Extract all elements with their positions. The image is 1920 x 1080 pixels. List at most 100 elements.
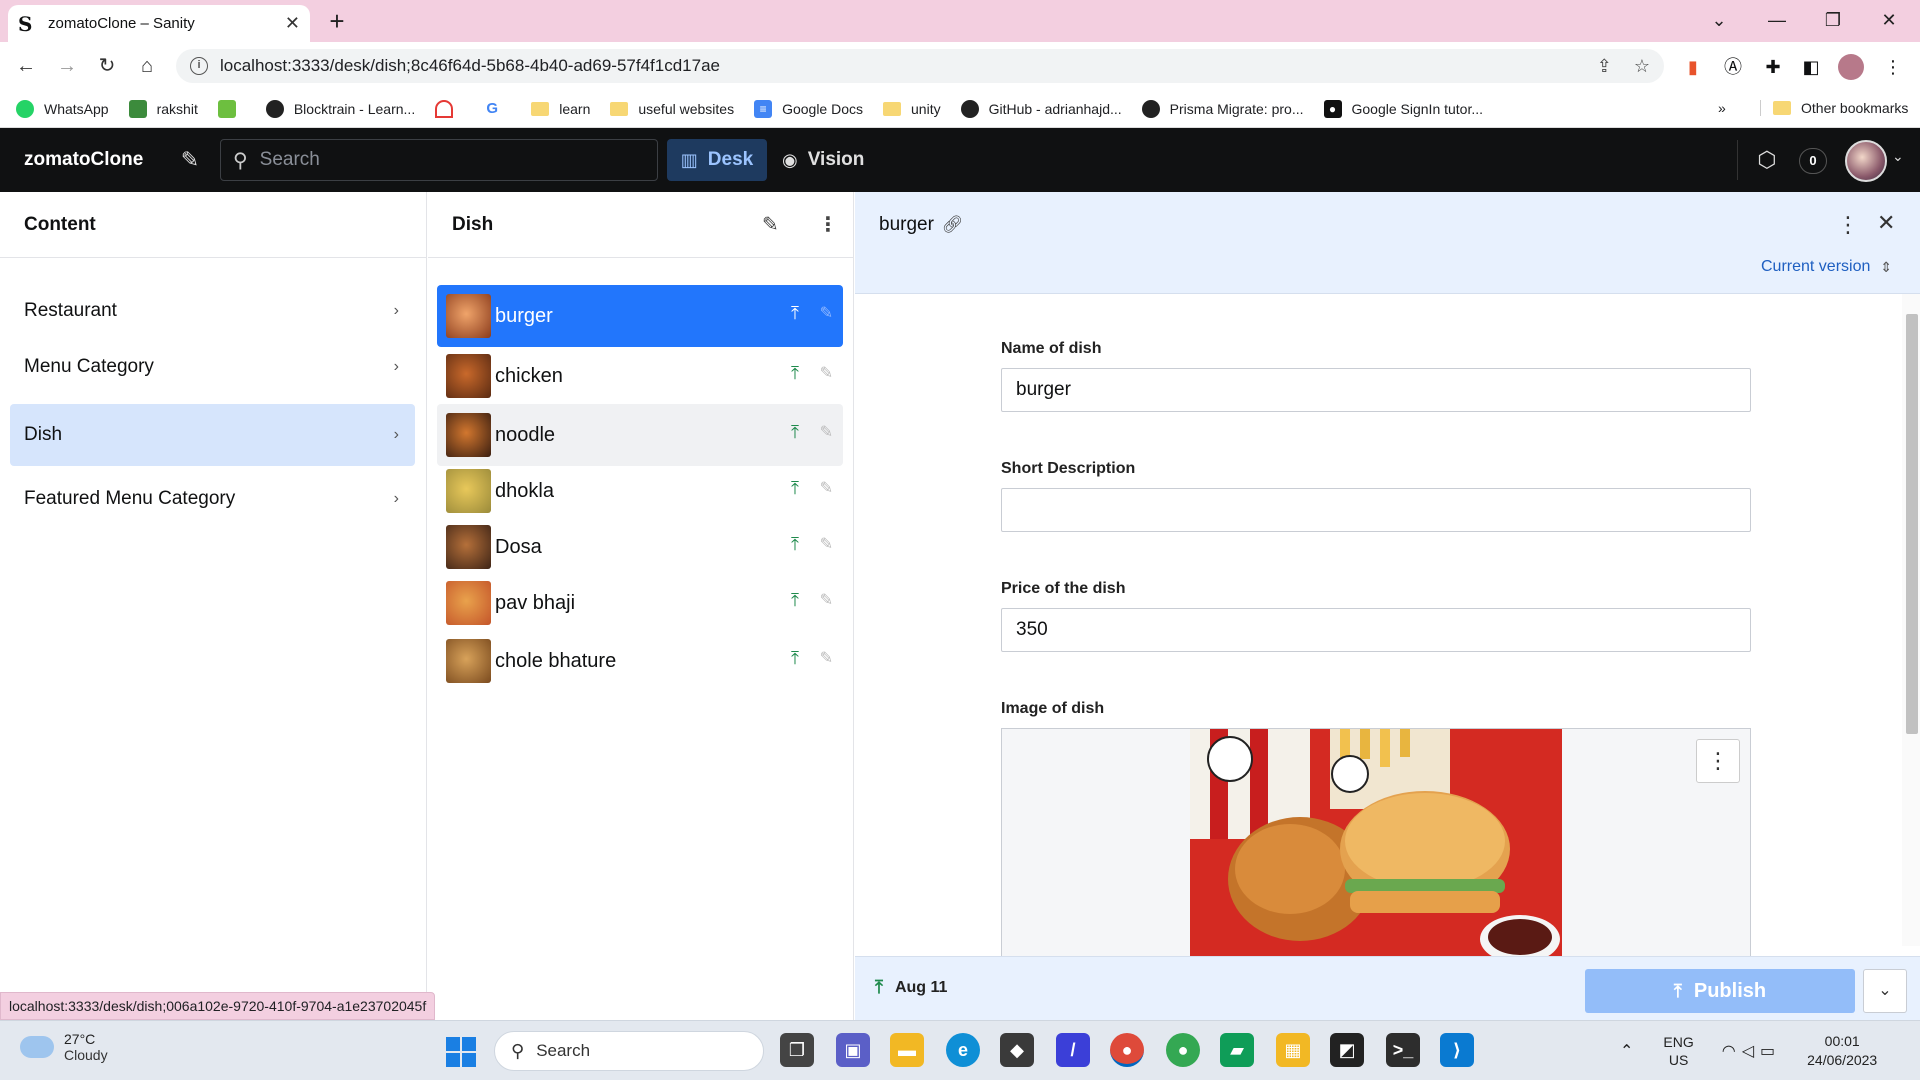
chrome-icon[interactable]: ● (1110, 1033, 1144, 1067)
other-bookmarks-folder[interactable]: Other bookmarks (1760, 100, 1908, 116)
notification-badge[interactable]: 0 (1799, 148, 1827, 174)
bookmark-github-adrianhajd[interactable]: GitHub - adrianhajd... (960, 99, 1122, 118)
forward-arrow-icon[interactable]: → (51, 50, 83, 82)
file-explorer-icon[interactable]: ▬ (890, 1033, 924, 1067)
dish-row-burger[interactable]: burger ⤒ ✎ (437, 285, 843, 347)
bookmark-google-signin[interactable]: ● Google SignIn tutor... (1323, 99, 1483, 118)
chevron-up-icon[interactable]: ⌃ (1620, 1041, 1633, 1061)
folder-app-icon[interactable]: ▦ (1276, 1033, 1310, 1067)
browser-tab[interactable]: S zomatoClone – Sanity ✕ (8, 5, 310, 42)
edge-icon[interactable]: e (946, 1033, 980, 1067)
cube-icon[interactable]: ⬡ (1752, 146, 1782, 176)
bookmark-folder-useful-websites[interactable]: useful websites (610, 101, 734, 117)
share-icon[interactable]: ⇪ (1597, 56, 1612, 77)
pane-menu-icon[interactable]: ⋮ (818, 212, 838, 237)
extension-translate-icon[interactable]: Ⓐ (1720, 54, 1746, 80)
bookmarks-overflow-button[interactable]: » (1718, 100, 1726, 116)
content-item-dish[interactable]: Dish › (10, 404, 415, 466)
minimize-button[interactable]: — (1752, 0, 1802, 42)
bookmark-folder-unity[interactable]: unity (883, 101, 941, 117)
bookmark-gauge[interactable] (435, 99, 463, 118)
scrollbar-thumb[interactable] (1906, 314, 1918, 734)
unity-icon[interactable]: ◆ (1000, 1033, 1034, 1067)
back-arrow-icon[interactable]: ← (10, 50, 42, 82)
create-document-icon[interactable]: ✎ (762, 212, 779, 237)
dish-row-pav-bhaji[interactable]: pav bhaji ⤒ ✎ (437, 572, 843, 634)
tool-vision-button[interactable]: ◉ Vision (782, 139, 882, 181)
image-input[interactable]: ⋮ (1001, 728, 1751, 958)
tab-search-chevron-icon[interactable]: ⌄ (1694, 0, 1744, 42)
dish-label: chole bhature (495, 649, 617, 672)
bookmark-star-icon[interactable]: ☆ (1634, 56, 1650, 77)
dish-thumbnail (446, 413, 491, 457)
clock[interactable]: 00:01 24/06/2023 (1807, 1032, 1877, 1070)
site-info-icon[interactable]: i (190, 57, 208, 75)
bookmark-google-docs[interactable]: ≡ Google Docs (754, 99, 863, 118)
image-menu-button[interactable]: ⋮ (1696, 739, 1740, 783)
extensions-puzzle-icon[interactable]: ✚ (1760, 54, 1786, 80)
start-windows-icon[interactable] (446, 1037, 476, 1067)
close-pane-icon[interactable]: ✕ (1877, 210, 1895, 236)
extension-brave-icon[interactable]: ▮ (1680, 54, 1706, 80)
restore-button[interactable]: ❐ (1808, 0, 1858, 42)
side-panel-icon[interactable]: ◧ (1798, 54, 1824, 80)
link-icon[interactable]: 🔗︎ (942, 215, 964, 235)
new-tab-button[interactable]: + (322, 6, 352, 36)
bookmark-whatsapp[interactable]: WhatsApp (16, 99, 109, 118)
wifi-volume-battery-icon[interactable]: ◠◁▭ (1722, 1041, 1781, 1061)
dish-row-chole-bhature[interactable]: chole bhature ⤒ ✎ (437, 630, 843, 692)
name-of-dish-input[interactable]: burger (1001, 368, 1751, 412)
bookmark-folder-learn[interactable]: learn (531, 101, 590, 117)
reload-icon[interactable]: ↻ (91, 50, 123, 82)
dish-label: Dosa (495, 535, 542, 558)
home-icon[interactable]: ⌂ (131, 50, 163, 82)
dish-row-dhokla[interactable]: dhokla ⤒ ✎ (437, 460, 843, 522)
weather-widget[interactable]: 27°C Cloudy (20, 1031, 108, 1063)
dish-label: burger (495, 304, 553, 327)
user-avatar[interactable] (1845, 140, 1887, 182)
taskbar-search[interactable]: ⚲ Search (494, 1031, 764, 1071)
content-item-menu-category[interactable]: Menu Category › (10, 336, 415, 398)
version-selector[interactable]: Current version ⇕ (1761, 258, 1892, 276)
short-description-input[interactable] (1001, 488, 1751, 532)
vscode-icon[interactable]: ⟩ (1440, 1033, 1474, 1067)
terminal-icon[interactable]: >_ (1386, 1033, 1420, 1067)
link-status-bubble: localhost:3333/desk/dish;006a102e-9720-4… (0, 992, 436, 1020)
publish-options-chevron-icon[interactable]: ⌄ (1863, 969, 1907, 1013)
app-icon[interactable]: / (1056, 1033, 1090, 1067)
global-search-input[interactable]: ⚲ Search (220, 139, 658, 181)
tool-desk-button[interactable]: ▥ Desk (667, 139, 767, 181)
document-menu-icon[interactable]: ⋮ (1837, 212, 1859, 238)
bookmark-rakshit[interactable]: rakshit (128, 99, 198, 118)
content-pane: Content Restaurant › Menu Category › Dis… (0, 192, 427, 1020)
url-text: localhost:3333/desk/dish;8c46f64d-5b68-4… (220, 56, 720, 75)
chrome-profile-icon[interactable]: ● (1166, 1033, 1200, 1067)
sticky-notes-icon[interactable]: ◩ (1330, 1033, 1364, 1067)
bookmark-blocktrain[interactable]: Blocktrain - Learn... (265, 99, 415, 118)
dish-row-noodle[interactable]: noodle ⤒ ✎ (437, 404, 843, 466)
bookmark-prisma-migrate[interactable]: Prisma Migrate: pro... (1141, 99, 1304, 118)
close-window-button[interactable]: ✕ (1864, 0, 1914, 42)
bookmark-download[interactable] (217, 99, 246, 118)
content-item-featured-menu-category[interactable]: Featured Menu Category › (10, 468, 415, 530)
publish-button[interactable]: ⤒ Publish (1585, 969, 1855, 1013)
burger-photo-illustration (1190, 729, 1562, 958)
google-chat-icon[interactable]: ▰ (1220, 1033, 1254, 1067)
close-tab-icon[interactable]: ✕ (285, 13, 300, 34)
studio-brand[interactable]: zomatoClone (24, 128, 143, 192)
bookmark-google[interactable]: G (483, 99, 511, 118)
browser-menu-icon[interactable]: ⋮ (1880, 54, 1906, 80)
dish-row-dosa[interactable]: Dosa ⤒ ✎ (437, 516, 843, 578)
content-item-restaurant[interactable]: Restaurant › (10, 280, 415, 342)
browser-toolbar: ← → ↻ ⌂ i localhost:3333/desk/dish;8c46f… (0, 42, 1920, 90)
language-indicator[interactable]: ENG US (1663, 1033, 1693, 1069)
address-bar[interactable]: i localhost:3333/desk/dish;8c46f64d-5b68… (176, 49, 1664, 83)
chevron-down-icon[interactable]: ⌄ (1892, 148, 1904, 165)
profile-avatar-icon[interactable] (1838, 54, 1864, 80)
dish-row-chicken[interactable]: chicken ⤒ ✎ (437, 345, 843, 407)
price-of-dish-input[interactable]: 350 (1001, 608, 1751, 652)
compose-icon[interactable]: ✎ (176, 146, 204, 174)
task-view-icon[interactable]: ❐ (780, 1033, 814, 1067)
teams-chat-icon[interactable]: ▣ (836, 1033, 870, 1067)
last-published-status[interactable]: ⤒ Aug 11 (875, 977, 947, 998)
